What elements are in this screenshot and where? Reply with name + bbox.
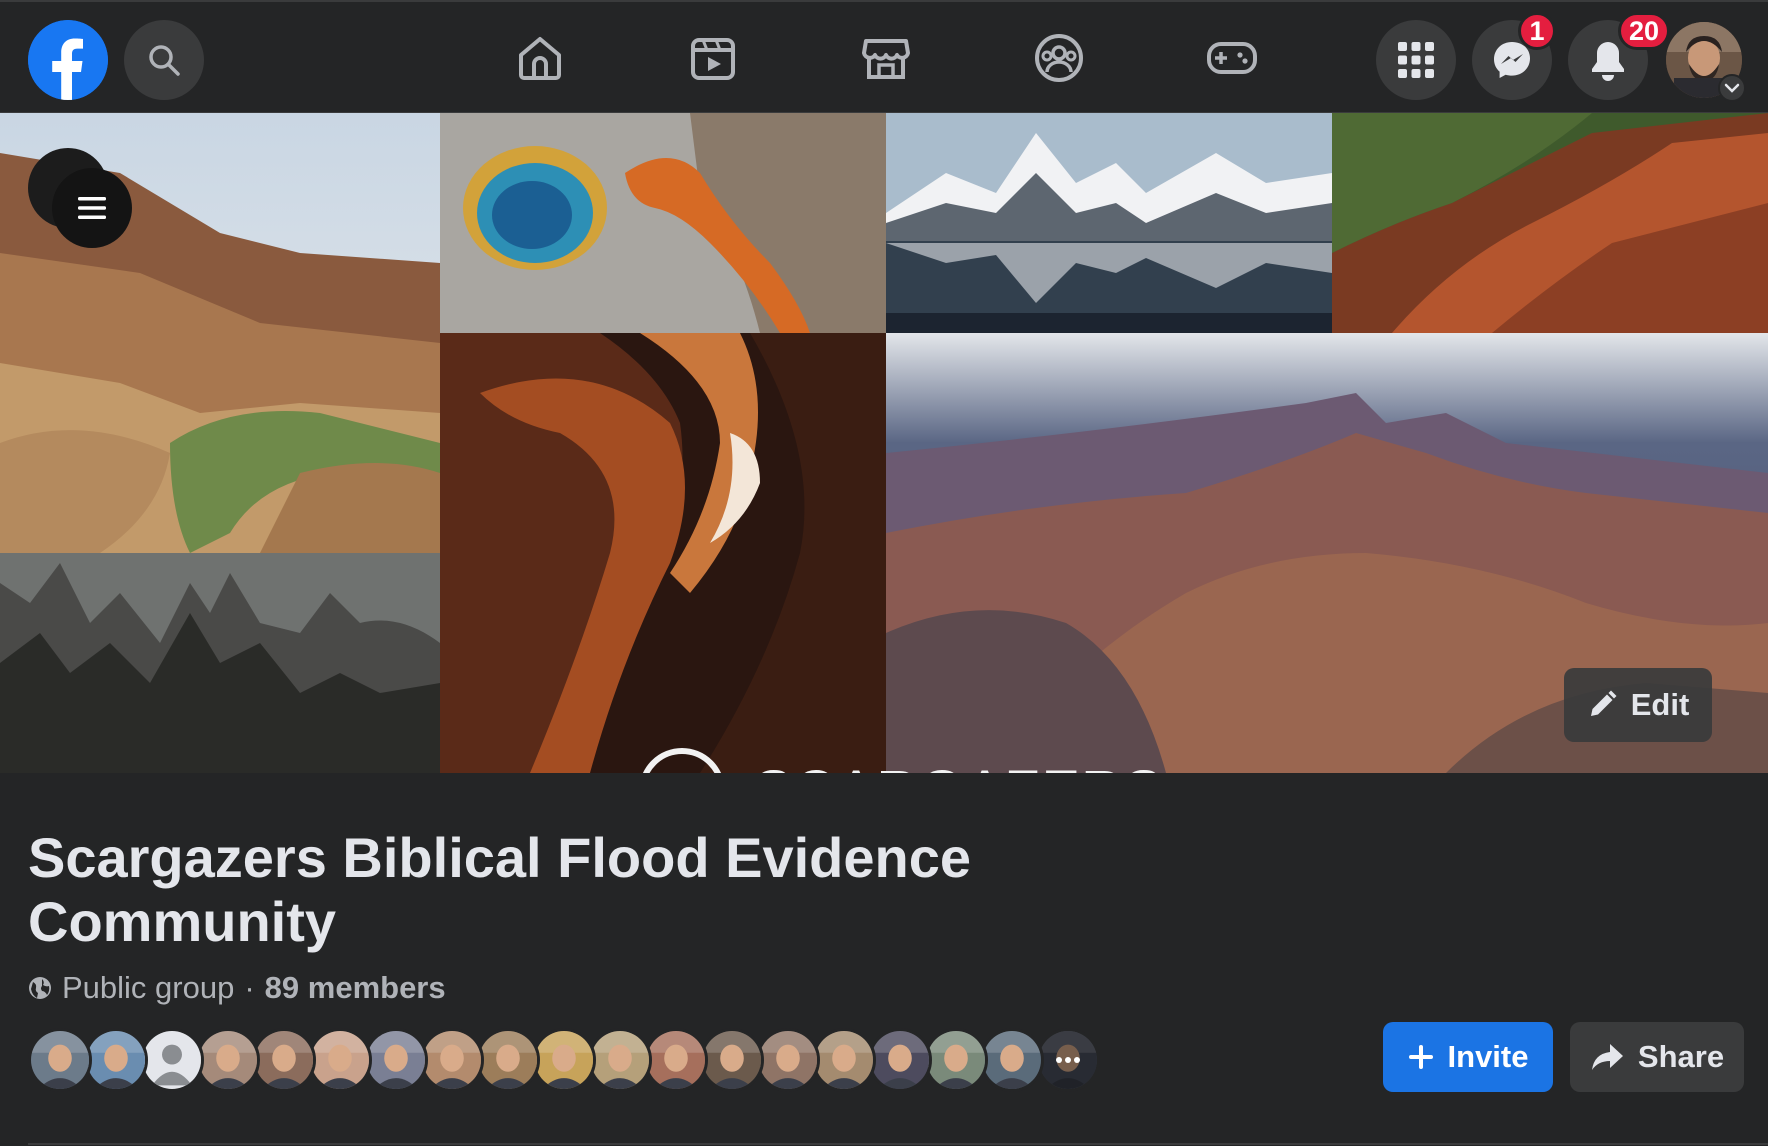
notifications-button[interactable]: 20 [1568,12,1671,100]
globe-icon [29,977,51,999]
cover-brand-logo: SCARGAZERS [636,745,1164,773]
member-avatar[interactable] [476,1028,540,1092]
member-avatar[interactable] [196,1028,260,1092]
menu-grid-icon [1398,42,1434,78]
messenger-button[interactable]: 1 [1472,12,1556,100]
gaming-icon [1207,42,1257,74]
group-title: Scargazers Biblical Flood Evidence Commu… [28,826,972,953]
chevron-down-icon [1724,83,1740,93]
section-divider [28,1143,1768,1145]
pencil-icon [1590,690,1617,716]
member-avatar[interactable] [588,1028,652,1092]
watch-icon [691,38,735,80]
waves-logo-icon [642,748,722,773]
search-icon [149,45,180,76]
cover-tile-hot-spring [440,113,886,333]
nav-gaming-tab[interactable] [1204,30,1260,86]
notifications-unread-badge: 20 [1618,12,1671,50]
home-icon [519,37,561,80]
facebook-logo-icon[interactable] [28,20,108,100]
member-avatar[interactable] [364,1028,428,1092]
nav-home-tab[interactable] [512,30,568,86]
share-button[interactable]: Share [1570,1022,1744,1092]
member-avatar[interactable] [140,1028,204,1092]
share-arrow-icon [1591,1044,1623,1070]
cover-tile-mountain-lake [886,113,1332,333]
sidebar-toggle-button[interactable] [52,168,132,248]
member-avatar[interactable] [812,1028,876,1092]
more-dots-icon [1039,1031,1097,1089]
cover-tile-red-cliffs [1332,113,1768,333]
member-avatar[interactable] [700,1028,764,1092]
group-meta: Public group · 89 members [28,970,446,1006]
member-avatar[interactable] [532,1028,596,1092]
member-avatar[interactable] [252,1028,316,1092]
plus-icon [1408,1045,1433,1069]
more-members-avatar[interactable] [1036,1028,1100,1092]
member-avatar[interactable] [420,1028,484,1092]
edit-cover-button[interactable]: Edit [1564,668,1712,742]
group-cover-photo: SCARGAZERS Edit [0,113,1768,773]
menu-grid-button[interactable] [1376,20,1456,100]
member-avatar[interactable] [868,1028,932,1092]
invite-button[interactable]: Invite [1383,1022,1553,1092]
cover-brand-text: SCARGAZERS [754,758,1164,774]
meta-separator: · [244,970,255,1005]
nav-watch-tab[interactable] [685,30,741,86]
member-avatar[interactable] [28,1028,92,1092]
top-navigation-bar: 1 20 [0,0,1768,113]
edit-cover-label: Edit [1630,687,1690,722]
bell-icon [1592,42,1624,81]
share-label: Share [1637,1039,1725,1074]
member-avatar[interactable] [980,1028,1044,1092]
hamburger-menu-icon [78,197,106,219]
account-menu-chevron[interactable] [1718,74,1746,102]
member-avatar[interactable] [644,1028,708,1092]
messenger-unread-badge: 1 [1518,12,1556,50]
marketplace-icon [862,39,910,79]
nav-groups-tab[interactable] [1031,30,1087,86]
cover-tile-rock-spires [0,553,440,773]
member-count-link[interactable]: 89 members [265,970,446,1006]
cover-tile-slot-canyon [440,333,886,773]
nav-marketplace-tab[interactable] [858,30,914,86]
search-button[interactable] [124,20,204,100]
groups-icon [1035,34,1083,82]
member-avatar[interactable] [924,1028,988,1092]
group-privacy[interactable]: Public group [62,970,234,1006]
member-avatar[interactable] [84,1028,148,1092]
member-avatar[interactable] [308,1028,372,1092]
invite-label: Invite [1447,1039,1529,1074]
member-avatar[interactable] [756,1028,820,1092]
